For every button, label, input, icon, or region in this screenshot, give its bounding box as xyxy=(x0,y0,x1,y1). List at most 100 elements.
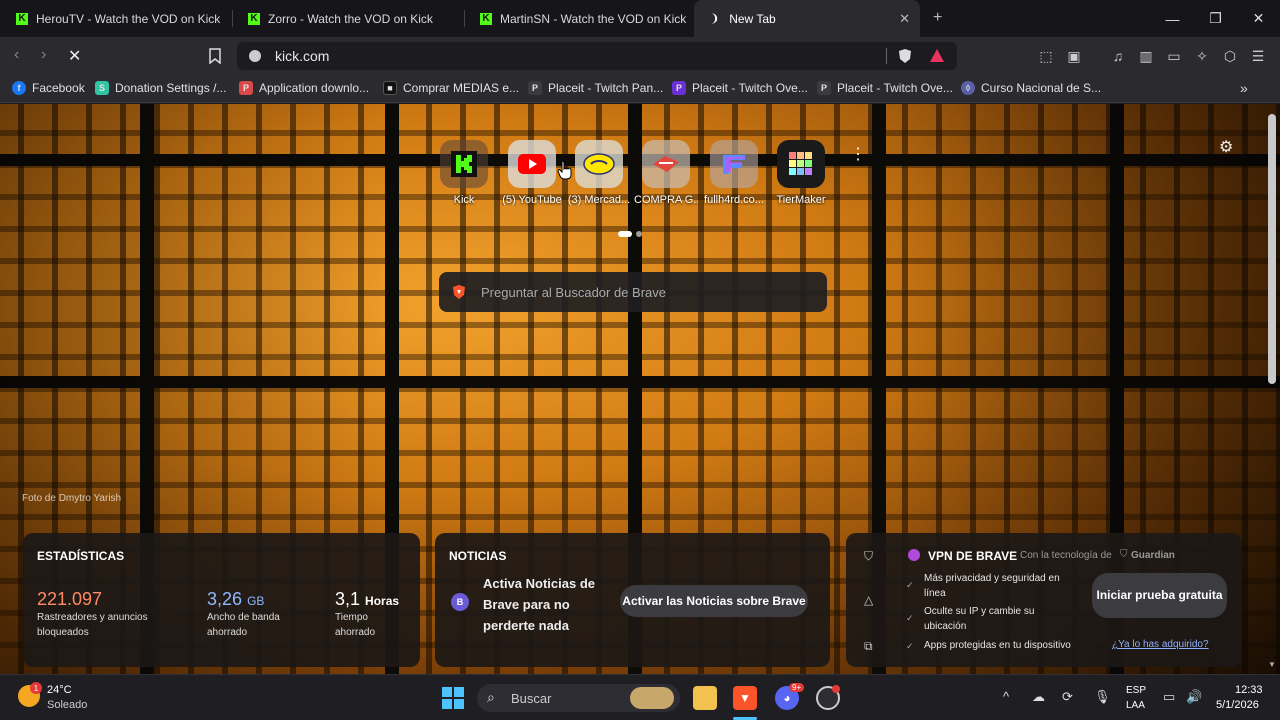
reader-mode-icon[interactable]: ▣ xyxy=(1066,48,1082,64)
stats-title: ESTADÍSTICAS xyxy=(37,549,125,563)
page-dot[interactable] xyxy=(636,231,642,237)
menu-icon[interactable]: ☰ xyxy=(1250,48,1266,64)
tab-herou[interactable]: K HerouTV - Watch the VOD on Kick xyxy=(0,0,232,37)
scroll-down-arrow-icon[interactable]: ▼ xyxy=(1268,660,1276,669)
top-site-fullh4rd[interactable]: fullh4rd.co... xyxy=(702,140,766,206)
brave-shields-icon[interactable] xyxy=(898,48,912,64)
minimize-button[interactable]: — xyxy=(1151,0,1194,37)
bookmark-item[interactable]: P Placeit - Twitch Ove... xyxy=(672,81,808,95)
back-button[interactable]: ‹ xyxy=(14,46,19,64)
tab-strip: K HerouTV - Watch the VOD on Kick K Zorr… xyxy=(0,0,1280,37)
volume-icon[interactable]: 🔊 xyxy=(1186,689,1202,705)
network-icon[interactable]: ▭ xyxy=(1163,689,1175,705)
scrollbar-thumb[interactable] xyxy=(1268,114,1276,384)
already-purchased-link[interactable]: ¿Ya lo has adquirido? xyxy=(1112,639,1209,650)
tab-zorro[interactable]: K Zorro - Watch the VOD on Kick xyxy=(232,0,464,37)
talk-camera-icon[interactable]: ⧉ xyxy=(864,639,873,654)
time-number: 3,1 xyxy=(335,589,361,609)
vpn-feature: Apps protegidas en tu dispositivo xyxy=(924,640,1071,651)
wallet-icon[interactable]: ▭ xyxy=(1166,48,1182,64)
pog-icon: P xyxy=(239,81,253,95)
brave-browser-icon[interactable]: ▼ xyxy=(733,686,757,710)
compra-icon xyxy=(642,140,690,188)
more-options-icon[interactable]: ⋮ xyxy=(850,147,866,163)
tab-martinsn[interactable]: K MartinSN - Watch the VOD on Kick xyxy=(464,0,693,37)
top-site-label: (5) YouTube xyxy=(502,194,562,206)
sidebar-icon[interactable]: ▥ xyxy=(1138,48,1154,64)
bookmark-item[interactable]: P Placeit - Twitch Pan... xyxy=(528,81,663,95)
start-trial-button[interactable]: Iniciar prueba gratuita xyxy=(1092,573,1227,618)
tray-overflow-icon[interactable]: ^ xyxy=(1003,689,1009,704)
brave-search-box[interactable]: Preguntar al Buscador de Brave xyxy=(439,272,827,312)
tab-title: New Tab xyxy=(729,11,776,26)
clock-date[interactable]: 5/1/2026 xyxy=(1216,699,1259,711)
close-window-button[interactable]: ✕ xyxy=(1237,0,1280,37)
vpn-icon[interactable]: ⬡ xyxy=(1222,48,1238,64)
rewards-triangle-icon[interactable]: △ xyxy=(864,593,873,607)
news-message: Activa Noticias de Brave para no perdert… xyxy=(483,576,595,633)
bookmark-item[interactable]: ◊ Curso Nacional de S... xyxy=(961,81,1101,95)
brave-news-icon: B xyxy=(451,593,469,611)
weather-temp[interactable]: 24°C xyxy=(47,684,72,696)
taskbar-search-placeholder: Buscar xyxy=(511,690,552,706)
taskbar-search[interactable]: ⌕ Buscar xyxy=(477,684,680,712)
address-bar[interactable]: kick.com xyxy=(237,42,957,70)
page-dot-active[interactable] xyxy=(618,231,632,237)
file-explorer-icon[interactable] xyxy=(693,686,717,710)
windows-start-icon[interactable] xyxy=(441,686,465,710)
time-unit: Horas xyxy=(365,594,400,608)
bookmark-item[interactable]: S Donation Settings /... xyxy=(95,81,226,95)
close-tab-icon[interactable]: ✕ xyxy=(899,11,910,27)
sync-icon[interactable]: ⟳ xyxy=(1062,689,1073,705)
language-top[interactable]: ESP xyxy=(1126,685,1146,696)
pagination-dots xyxy=(618,231,642,237)
microphone-icon[interactable]: 🎙 xyxy=(1094,689,1111,705)
language-bottom[interactable]: LAA xyxy=(1126,700,1145,711)
top-site-label: fullh4rd.co... xyxy=(704,194,764,206)
enable-news-button[interactable]: Activar las Noticias sobre Brave xyxy=(620,585,808,617)
urlbar-divider xyxy=(886,48,887,64)
kick-icon: K xyxy=(248,12,260,25)
placeit-icon: P xyxy=(528,81,542,95)
new-tab-button[interactable]: + xyxy=(933,9,942,27)
kick-icon xyxy=(440,140,488,188)
bookmark-item[interactable]: P Placeit - Twitch Ove... xyxy=(817,81,953,95)
bookmark-item[interactable]: f Facebook xyxy=(12,81,85,95)
leo-ai-icon[interactable]: ✧ xyxy=(1194,48,1210,64)
maximize-button[interactable]: ❐ xyxy=(1194,0,1237,37)
clock-time[interactable]: 12:33 xyxy=(1235,684,1263,696)
stop-loading-button[interactable]: ✕ xyxy=(68,46,81,66)
bookmark-item[interactable]: ■ Comprar MEDIAS e... xyxy=(383,81,519,95)
top-site-youtube[interactable]: (5) YouTube xyxy=(500,140,564,206)
top-site-tiermaker[interactable]: TierMaker xyxy=(769,140,833,206)
site-info-icon[interactable] xyxy=(249,50,261,62)
top-site-compra[interactable]: COMPRA G... xyxy=(634,140,698,206)
weather-desc[interactable]: Soleado xyxy=(47,699,87,711)
bookmark-label: Application downlo... xyxy=(259,81,370,95)
check-icon: ✓ xyxy=(906,613,914,623)
top-site-mercadolibre[interactable]: (3) Mercad... xyxy=(567,140,631,206)
mercadolibre-icon xyxy=(575,140,623,188)
brave-rewards-icon[interactable] xyxy=(929,48,945,63)
brave-lion-icon xyxy=(453,285,465,299)
vpn-title: VPN DE BRAVE xyxy=(928,549,1018,563)
bookmark-item[interactable]: P Application downlo... xyxy=(239,81,369,95)
forward-button[interactable]: › xyxy=(41,46,46,64)
extensions-icon[interactable]: ⬚ xyxy=(1038,48,1054,64)
vpn-partner: Guardian xyxy=(1131,550,1175,561)
kick-icon: K xyxy=(16,12,28,25)
top-site-kick[interactable]: Kick xyxy=(432,140,496,206)
vpn-powered-by: Con la tecnología de xyxy=(1020,550,1112,561)
media-icon[interactable]: ♫ xyxy=(1110,48,1126,64)
vpn-shield-icon[interactable]: ⛉ xyxy=(864,549,873,564)
photo-credit[interactable]: Foto de Dmytro Yarish xyxy=(22,493,121,504)
stats-card: ESTADÍSTICAS 221.097 Rastreadores y anun… xyxy=(23,533,420,667)
check-icon: ✓ xyxy=(906,641,914,651)
settings-gear-icon[interactable]: ⚙ xyxy=(1219,137,1233,157)
trackers-label: Rastreadores y anuncios bloqueados xyxy=(37,612,148,638)
tab-new-tab[interactable]: ❩ New Tab ✕ xyxy=(694,0,920,37)
bookmark-icon[interactable] xyxy=(208,48,222,64)
onedrive-icon[interactable]: ☁ xyxy=(1032,689,1045,705)
top-site-label: (3) Mercad... xyxy=(567,194,631,206)
more-bookmarks-icon[interactable]: » xyxy=(1240,80,1248,96)
